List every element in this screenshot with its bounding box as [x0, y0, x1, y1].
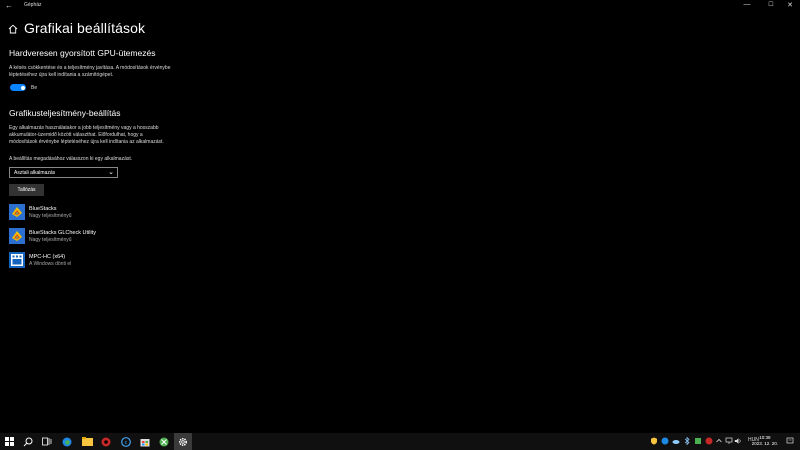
home-icon[interactable]: [8, 24, 18, 34]
minimize-button[interactable]: —: [740, 1, 754, 8]
clock-date: 2023. 12. 20.: [751, 441, 778, 446]
page-title: Grafikai beállítások: [24, 20, 146, 36]
app-preference: Nagy teljesítményű: [29, 213, 72, 219]
xbox-icon: [159, 437, 169, 446]
gpu-scheduling-toggle[interactable]: [10, 84, 26, 91]
gpu-scheduling-description-2: léptetéséhez újra kell indítania a számí…: [9, 72, 114, 78]
tray-red-icon[interactable]: [705, 437, 713, 445]
toggle-state-label: Be: [31, 85, 38, 91]
mpc-hc-icon: [9, 252, 25, 268]
app-type-dropdown[interactable]: Asztali alkalmazás ⌄: [9, 167, 118, 178]
search-icon: [23, 437, 33, 446]
clock[interactable]: 10:38 2023. 12. 20.: [752, 435, 778, 447]
store-icon: [140, 438, 150, 446]
gpu-scheduling-heading: Hardveresen gyorsított GPU-ütemezés: [9, 48, 156, 58]
tray-app-icon[interactable]: [661, 437, 669, 445]
choose-app-label: A beállítás megadásához válasszon ki egy…: [9, 156, 133, 162]
toggle-knob: [20, 85, 25, 90]
svg-text:c: c: [125, 440, 128, 446]
chevron-down-icon: ⌄: [108, 169, 114, 176]
volume-icon[interactable]: [734, 437, 742, 445]
gear-icon: [178, 437, 188, 446]
taskbar-app-explorer[interactable]: [78, 433, 96, 450]
app-list-item[interactable]: BlueStacks Nagy teljesítményű: [9, 204, 209, 222]
gpu-scheduling-description-1: A késés csökkentése és a teljesítmény ja…: [9, 65, 171, 71]
show-hidden-icons-icon[interactable]: [715, 437, 723, 445]
bluestacks-icon: [9, 228, 25, 244]
browse-button[interactable]: Tallózás: [9, 184, 44, 196]
edge-icon: [62, 437, 72, 446]
graphics-performance-description-3: módosítások érvénybe léptetéséhez újra k…: [9, 139, 164, 145]
window-title: Gépház: [24, 2, 42, 8]
back-arrow-icon[interactable]: ←: [5, 1, 13, 10]
search-button[interactable]: [19, 433, 37, 450]
folder-icon: [81, 437, 93, 446]
maximize-button[interactable]: ☐: [764, 1, 778, 8]
graphics-performance-heading: Grafikusteljesítmény-beállítás: [9, 108, 121, 118]
app-c-icon: c: [121, 436, 131, 447]
taskbar: c HUN 10:38 2023. 12. 20.: [0, 433, 800, 450]
tray-green-icon[interactable]: [694, 437, 702, 445]
taskbar-app-edge[interactable]: [58, 433, 76, 450]
bluestacks-icon: [9, 204, 25, 220]
close-button[interactable]: ✕: [783, 1, 797, 9]
app-name: MPC-HC (x64): [29, 254, 66, 260]
graphics-performance-description-1: Egy alkalmazás használatakor a jobb telj…: [9, 125, 159, 131]
graphics-performance-description-2: akkumulátor-üzemidő között választhat. E…: [9, 132, 143, 138]
app-name: BlueStacks: [29, 206, 57, 212]
network-icon[interactable]: [725, 437, 733, 445]
taskbar-app-blue[interactable]: c: [117, 433, 135, 450]
windows-logo-icon: [4, 437, 14, 446]
app-red-icon: [101, 437, 111, 446]
taskbar-app-store[interactable]: [136, 433, 154, 450]
notification-icon[interactable]: [786, 437, 794, 445]
tray-cloud-icon[interactable]: [672, 437, 680, 445]
task-view-icon: [42, 437, 52, 446]
task-view-button[interactable]: [38, 433, 56, 450]
dropdown-value: Asztali alkalmazás: [14, 170, 56, 176]
app-preference: A Windows dönti el: [29, 261, 72, 267]
title-bar: ← Gépház — ☐ ✕: [0, 0, 800, 12]
app-name: BlueStacks GLCheck Utility: [29, 230, 96, 236]
taskbar-app-xbox[interactable]: [155, 433, 173, 450]
taskbar-app-settings[interactable]: [174, 433, 192, 450]
app-list-item[interactable]: MPC-HC (x64) A Windows dönti el: [9, 252, 209, 270]
tray-shield-icon[interactable]: [650, 437, 658, 445]
app-preference: Nagy teljesítményű: [29, 237, 72, 243]
tray-bluetooth-icon[interactable]: [683, 437, 691, 445]
app-list-item[interactable]: BlueStacks GLCheck Utility Nagy teljesít…: [9, 228, 209, 246]
start-button[interactable]: [0, 433, 18, 450]
taskbar-app-red[interactable]: [97, 433, 115, 450]
